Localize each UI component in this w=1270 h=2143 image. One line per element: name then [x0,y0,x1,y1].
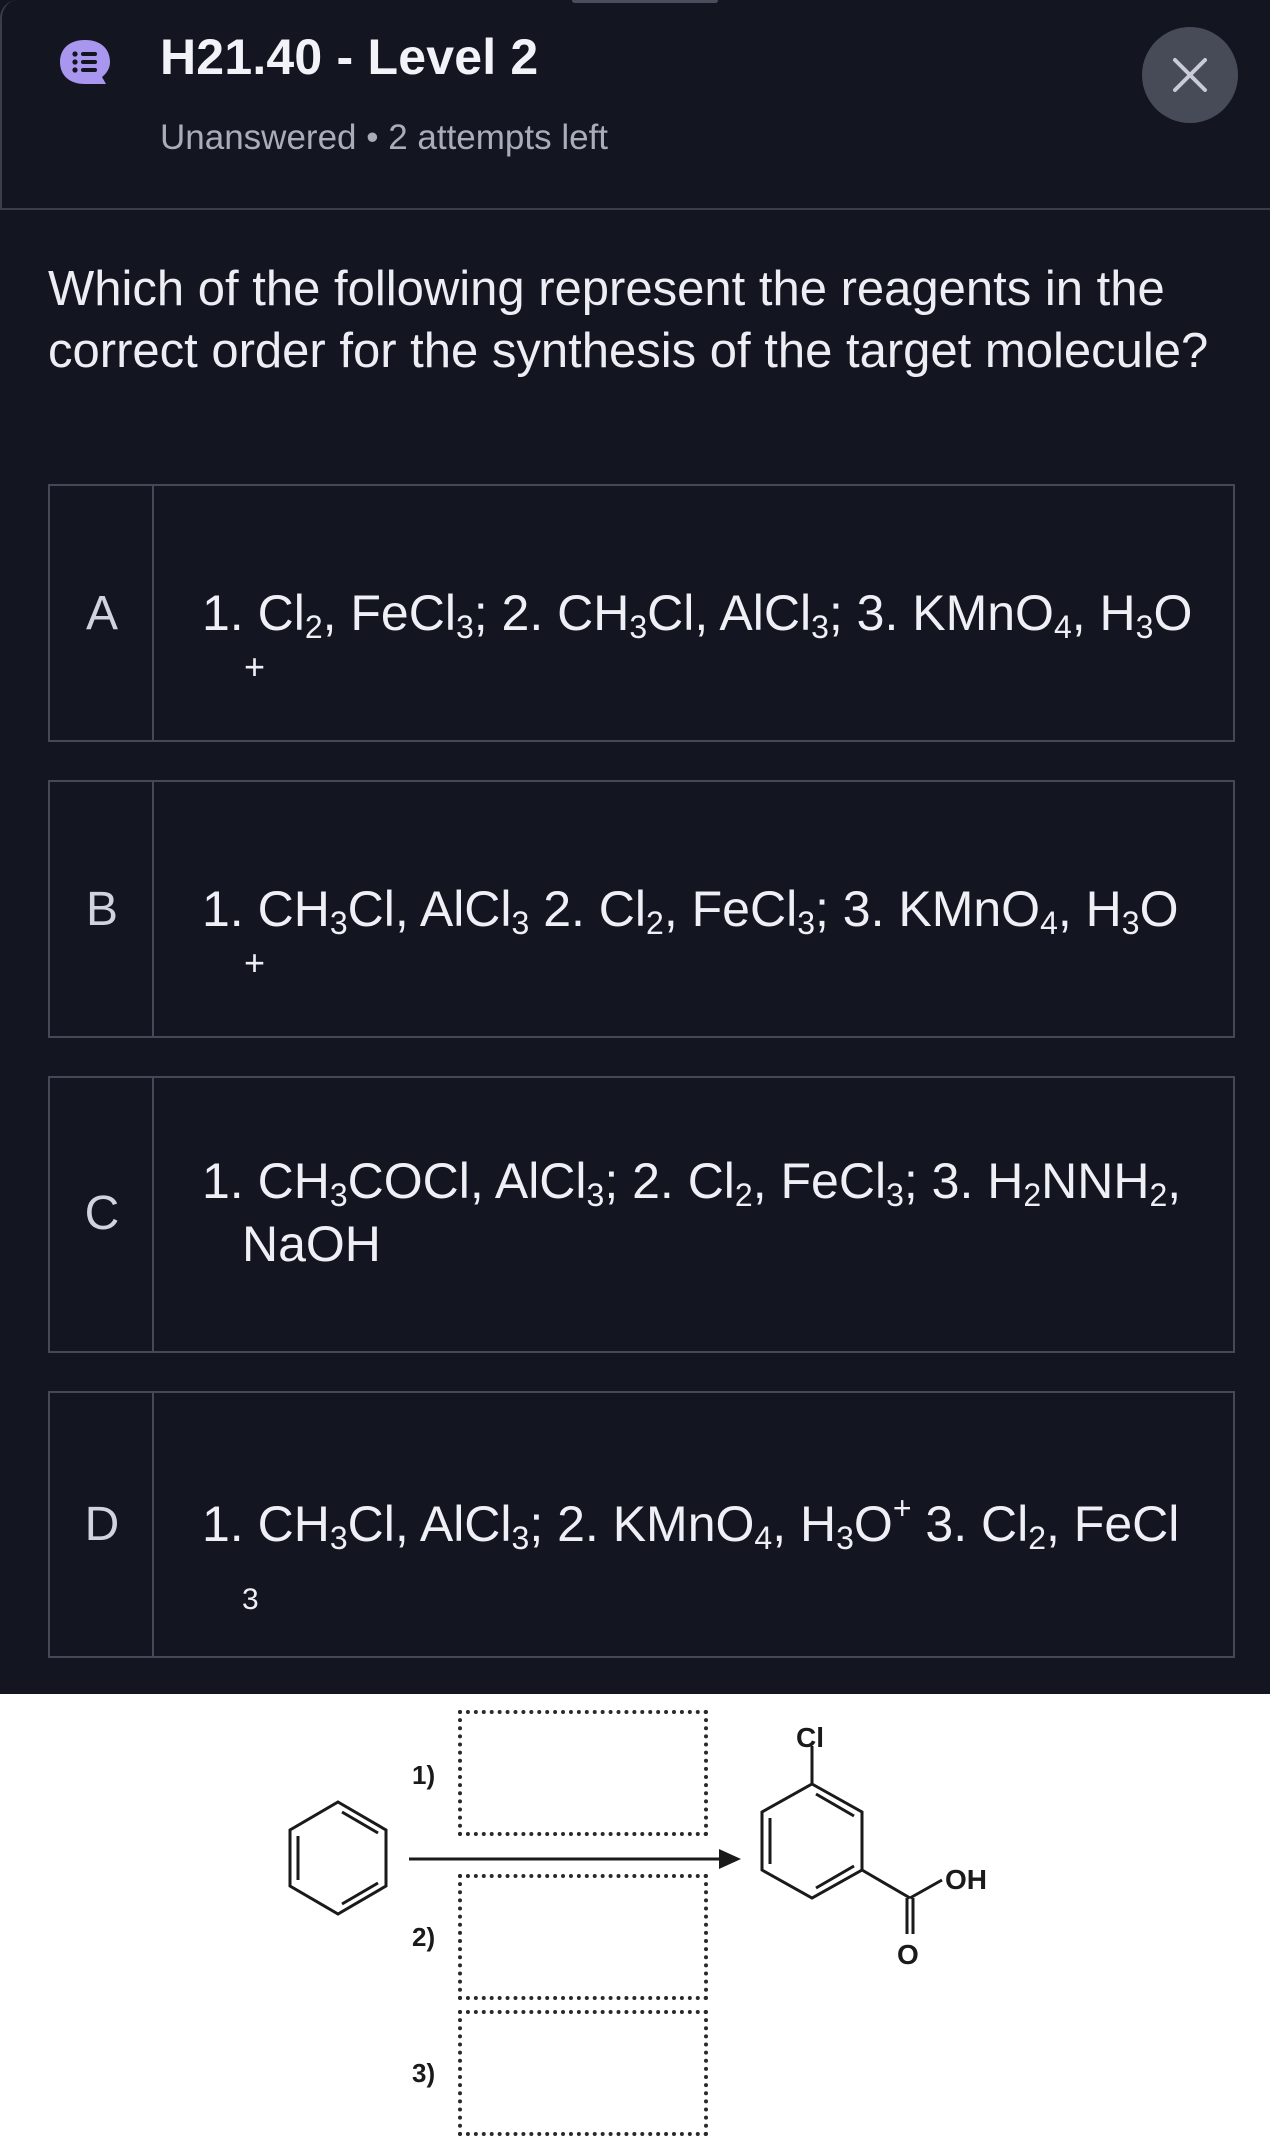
option-text: 1. CH3Cl, AlCl3 2. Cl2, FeCl3; 3. KMnO4,… [202,881,1179,941]
chlorine-label: Cl [796,1722,824,1753]
carbonyl-oxygen-label: O [897,1939,919,1970]
hydroxyl-label: OH [945,1864,987,1895]
page-title: H21.40 - Level 2 [160,29,539,85]
option-overflow-text: + [244,646,266,687]
option-letter: D [84,1498,120,1551]
chat-list-icon [60,40,110,84]
question-header: H21.40 - Level 2 Unanswered • 2 attempts… [0,0,1270,210]
option-text: 1. Cl2, FeCl3; 2. CH3Cl, AlCl3; 3. KMnO4… [202,585,1193,645]
reagent-blank-3 [458,2010,708,2136]
option-letter: B [85,883,118,936]
step-2-label: 2) [412,1922,436,1952]
option-text: 1. CH3COCl, AlCl3; 2. Cl2, FeCl3; 3. H2N… [202,1153,1182,1272]
product-structure [760,1746,943,1934]
drag-handle[interactable] [572,0,718,3]
option-overflow-text: + [244,942,266,983]
option-text: 1. CH3Cl, AlCl3; 2. KMnO4, H3O+ 3. Cl2, … [202,1490,1180,1556]
option-letter: A [85,587,118,640]
option-b[interactable]: B 1. CH3Cl, AlCl3 2. Cl2, FeCl3; 3. KMnO… [48,780,1235,1038]
step-3-label: 3) [412,2058,436,2088]
attempt-status: Unanswered • 2 attempts left [160,118,609,157]
benzene-structure [288,1800,388,1916]
reagent-blank-2 [458,1874,708,2000]
reaction-arrow [409,1849,741,1869]
question-text: Which of the following represent the rea… [48,262,1209,378]
option-d[interactable]: D 1. CH3Cl, AlCl3; 2. KMnO4, H3O+ 3. Cl2… [48,1391,1235,1658]
option-a[interactable]: A 1. Cl2, FeCl3; 2. CH3Cl, AlCl3; 3. KMn… [48,484,1235,742]
close-button[interactable] [1142,27,1238,123]
option-letter: C [84,1187,120,1240]
option-c[interactable]: C 1. CH3COCl, AlCl3; 2. Cl2, FeCl3; 3. H… [48,1076,1235,1353]
step-1-label: 1) [412,1760,436,1790]
reaction-scheme-image: 1) 2) 3) Cl OH O [0,1694,1270,2143]
option-overflow-text: 3 [242,1583,259,1616]
close-icon [1173,58,1207,92]
reagent-blank-1 [458,1710,708,1836]
question-sheet: H21.40 - Level 2 Unanswered • 2 attempts… [0,0,1270,2143]
